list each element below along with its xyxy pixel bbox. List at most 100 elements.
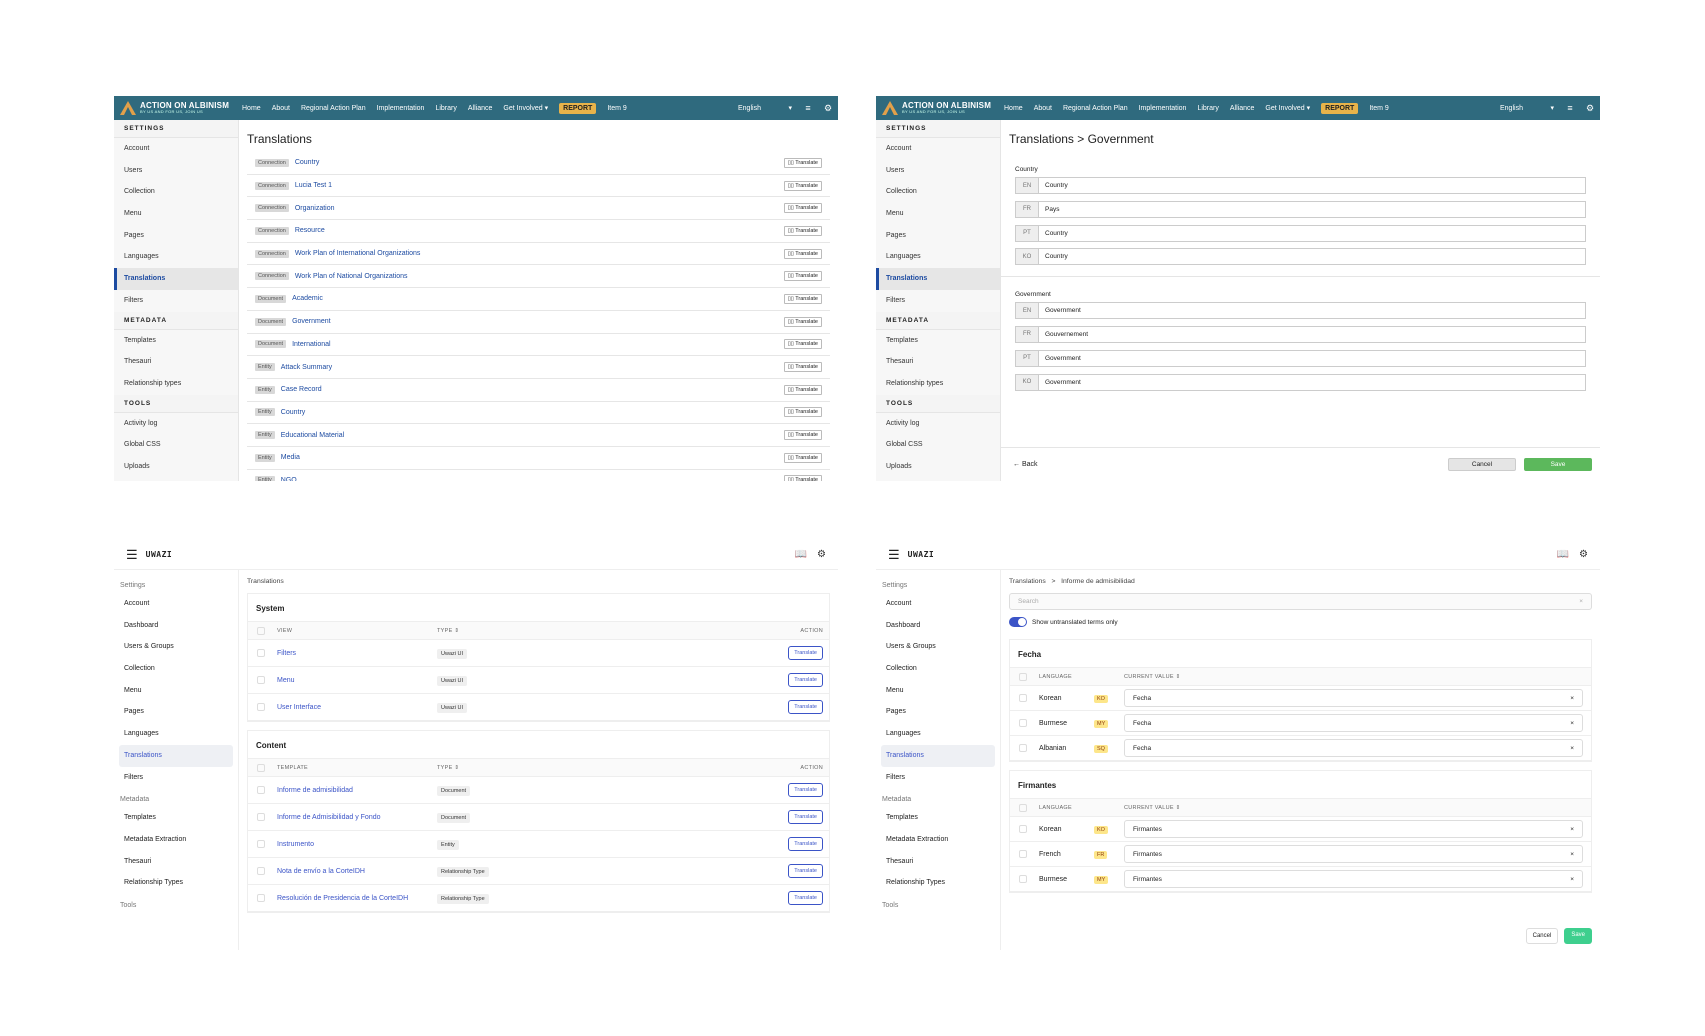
- nav-about[interactable]: About: [272, 105, 290, 112]
- sidebar-item-users-groups[interactable]: Users & Groups: [114, 636, 238, 658]
- sidebar-item-templates[interactable]: Templates: [876, 330, 1000, 352]
- select-all-checkbox[interactable]: [1019, 672, 1027, 681]
- language-select[interactable]: English ▾: [1494, 104, 1560, 113]
- sidebar-item-thesauri[interactable]: Thesauri: [114, 351, 238, 373]
- translation-field[interactable]: KO Government: [1015, 373, 1586, 391]
- nav-report[interactable]: REPORT: [559, 102, 597, 114]
- sidebar-item-filters[interactable]: Filters: [876, 767, 1000, 789]
- sidebar-item-relationship-types[interactable]: Relationship Types: [876, 872, 1000, 894]
- nav-alliance[interactable]: Alliance: [1230, 105, 1255, 112]
- row-link[interactable]: Nota de envío a la CorteIDH: [277, 868, 437, 875]
- translate-button[interactable]: ▯▯ Translate: [783, 203, 822, 214]
- sidebar-item-dashboard[interactable]: Dashboard: [114, 615, 238, 637]
- row-link[interactable]: Government: [292, 318, 784, 325]
- sidebar-item-collection[interactable]: Collection: [876, 181, 1000, 203]
- translate-button[interactable]: ▯▯ Translate: [783, 316, 822, 327]
- row-checkbox[interactable]: [257, 894, 265, 902]
- translate-button[interactable]: Translate: [788, 700, 823, 714]
- row-link[interactable]: Country: [295, 159, 784, 166]
- cancel-button[interactable]: Cancel: [1448, 458, 1516, 471]
- nav-get-involved[interactable]: Get Involved ▾: [503, 104, 548, 112]
- translate-button[interactable]: Translate: [788, 864, 823, 878]
- row-checkbox[interactable]: [257, 867, 265, 875]
- sidebar-item-metadata-extraction[interactable]: Metadata Extraction: [876, 829, 1000, 851]
- value-input[interactable]: Firmantes ×: [1124, 845, 1583, 863]
- gear-icon[interactable]: ⚙: [1580, 103, 1600, 114]
- row-link[interactable]: Lucia Test 1: [295, 182, 784, 189]
- nav-regional-action-plan[interactable]: Regional Action Plan: [301, 105, 366, 112]
- back-button[interactable]: ← Back: [1013, 461, 1448, 468]
- sidebar-item-account[interactable]: Account: [114, 138, 238, 160]
- row-checkbox[interactable]: [1019, 694, 1027, 702]
- sidebar-item-relationship-types[interactable]: Relationship types: [114, 373, 238, 395]
- row-checkbox[interactable]: [257, 649, 265, 657]
- save-button[interactable]: Save: [1524, 458, 1592, 471]
- row-checkbox[interactable]: [257, 786, 265, 794]
- translate-button[interactable]: ▯▯ Translate: [783, 384, 822, 395]
- sidebar-item-filters[interactable]: Filters: [114, 767, 238, 789]
- row-link[interactable]: Case Record: [281, 386, 784, 393]
- translate-button[interactable]: Translate: [788, 891, 823, 905]
- row-link[interactable]: Informe de admisibilidad: [277, 787, 437, 794]
- translation-value[interactable]: Pays: [1039, 202, 1585, 217]
- translate-button[interactable]: ▯▯ Translate: [783, 248, 822, 259]
- translate-button[interactable]: Translate: [788, 837, 823, 851]
- language-select[interactable]: English ▾: [732, 104, 798, 113]
- row-checkbox[interactable]: [257, 676, 265, 684]
- gear-icon[interactable]: ⚙: [818, 103, 838, 114]
- row-link[interactable]: Work Plan of National Organizations: [295, 273, 784, 280]
- row-link[interactable]: Media: [281, 454, 784, 461]
- sidebar-item-pages[interactable]: Pages: [114, 701, 238, 723]
- menu-icon[interactable]: ≡: [798, 103, 818, 113]
- sidebar-item-account[interactable]: Account: [114, 593, 238, 615]
- sidebar-item-menu[interactable]: Menu: [114, 680, 238, 702]
- translate-button[interactable]: ▯▯ Translate: [783, 225, 822, 236]
- column-type[interactable]: TYPE ⇕: [437, 628, 779, 634]
- nav-get-involved[interactable]: Get Involved ▾: [1265, 104, 1310, 112]
- select-all-checkbox[interactable]: [1019, 803, 1027, 812]
- row-checkbox[interactable]: [257, 813, 265, 821]
- row-link[interactable]: International: [292, 341, 784, 348]
- save-button[interactable]: Save: [1564, 928, 1592, 944]
- logo[interactable]: ACTION ON ALBINISM BY US AND FOR US, JOIN…: [120, 101, 242, 115]
- row-checkbox[interactable]: [257, 703, 265, 711]
- clear-icon[interactable]: ×: [1570, 826, 1574, 833]
- sidebar-item-collection[interactable]: Collection: [114, 658, 238, 680]
- translate-button[interactable]: Translate: [788, 646, 823, 660]
- clear-icon[interactable]: ×: [1570, 695, 1574, 702]
- row-link[interactable]: Informe de Admisibilidad y Fondo: [277, 814, 437, 821]
- sidebar-item-account[interactable]: Account: [876, 593, 1000, 615]
- row-link[interactable]: Educational Material: [281, 432, 784, 439]
- nav-home[interactable]: Home: [1004, 105, 1023, 112]
- sidebar-item-global-css[interactable]: Global CSS: [114, 434, 238, 456]
- book-icon[interactable]: 📖: [1557, 549, 1569, 560]
- sidebar-item-dashboard[interactable]: Dashboard: [876, 615, 1000, 637]
- translate-button[interactable]: ▯▯ Translate: [783, 407, 822, 418]
- sidebar-item-translations[interactable]: Translations: [876, 268, 1000, 290]
- sidebar-item-collection[interactable]: Collection: [114, 181, 238, 203]
- row-link[interactable]: Resource: [295, 227, 784, 234]
- sidebar-item-uploads[interactable]: Uploads: [876, 456, 1000, 478]
- clear-icon[interactable]: ×: [1570, 745, 1574, 752]
- sidebar-item-languages[interactable]: Languages: [114, 246, 238, 268]
- row-checkbox[interactable]: [1019, 719, 1027, 727]
- sidebar-item-users[interactable]: Users: [876, 160, 1000, 182]
- translate-button[interactable]: ▯▯ Translate: [783, 293, 822, 304]
- select-all-checkbox[interactable]: [257, 763, 265, 772]
- clear-icon[interactable]: ×: [1570, 720, 1574, 727]
- column-current-value[interactable]: CURRENT VALUE ⇕: [1124, 674, 1181, 680]
- row-checkbox[interactable]: [257, 840, 265, 848]
- value-input[interactable]: Fecha ×: [1124, 714, 1583, 732]
- nav-item-9[interactable]: Item 9: [1369, 105, 1388, 112]
- nav-alliance[interactable]: Alliance: [468, 105, 493, 112]
- translation-value[interactable]: Gouvernement: [1039, 327, 1585, 342]
- nav-home[interactable]: Home: [242, 105, 261, 112]
- sidebar-item-global-css[interactable]: Global CSS: [876, 434, 1000, 456]
- untranslated-toggle[interactable]: [1009, 617, 1027, 627]
- translation-value[interactable]: Government: [1039, 375, 1585, 390]
- translate-button[interactable]: ▯▯ Translate: [783, 271, 822, 282]
- translate-button[interactable]: ▯▯ Translate: [783, 430, 822, 441]
- sidebar-item-thesauri[interactable]: Thesauri: [114, 851, 238, 873]
- sidebar-item-pages[interactable]: Pages: [114, 225, 238, 247]
- gear-icon[interactable]: ⚙: [817, 549, 826, 560]
